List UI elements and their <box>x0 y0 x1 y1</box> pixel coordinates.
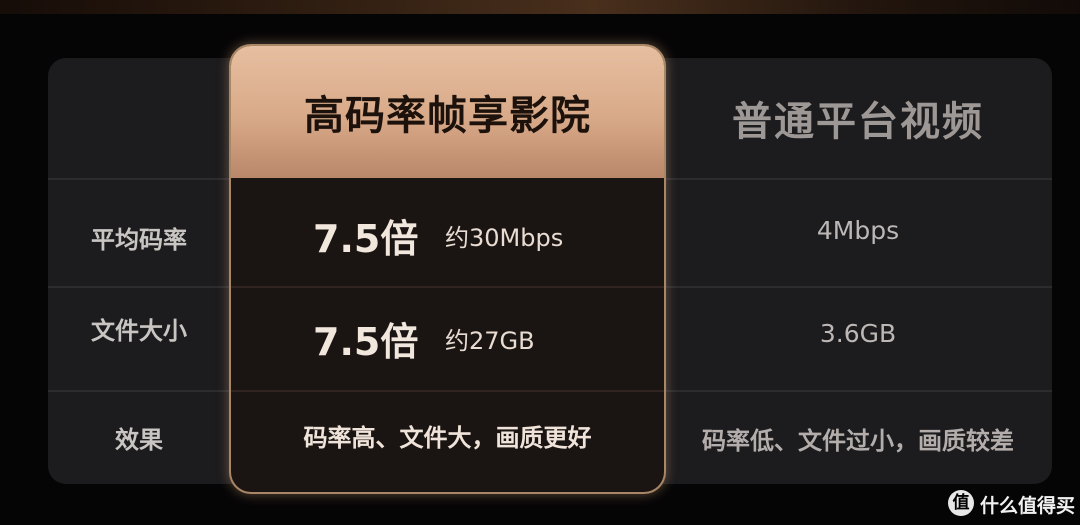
file-size-multiplier: 7.5倍 <box>313 320 419 364</box>
normal-effect-value: 码率低、文件过小，画质较差 <box>702 427 1014 455</box>
row-label-file-size: 文件大小 <box>91 317 187 345</box>
bitrate-multiplier: 7.5倍 <box>313 217 419 261</box>
watermark-logo-icon: 值 <box>948 490 974 516</box>
normal-platform-header: 普通平台视频 <box>732 99 984 145</box>
row-label-bitrate: 平均码率 <box>91 226 187 254</box>
highlight-file-size-value: 约27GB <box>445 327 535 355</box>
watermark-text: 什么值得买 <box>980 495 1076 517</box>
highlight-column: 高码率帧享影院 7.5倍 约30Mbps 7.5倍 约27GB 码率高、文件大，… <box>231 46 664 492</box>
row-label-effect: 效果 <box>115 426 163 454</box>
normal-bitrate-value: 4Mbps <box>816 216 900 245</box>
row-divider <box>231 286 664 288</box>
normal-file-size-value: 3.6GB <box>819 319 897 348</box>
top-decorative-gradient <box>0 0 1080 14</box>
watermark: 值 什么值得买 <box>948 488 1078 518</box>
row-divider <box>231 390 664 392</box>
highlight-effect-value: 码率高、文件大，画质更好 <box>303 424 592 452</box>
highlight-bitrate-value: 约30Mbps <box>445 224 564 252</box>
highlight-header-title: 高码率帧享影院 <box>304 93 591 139</box>
